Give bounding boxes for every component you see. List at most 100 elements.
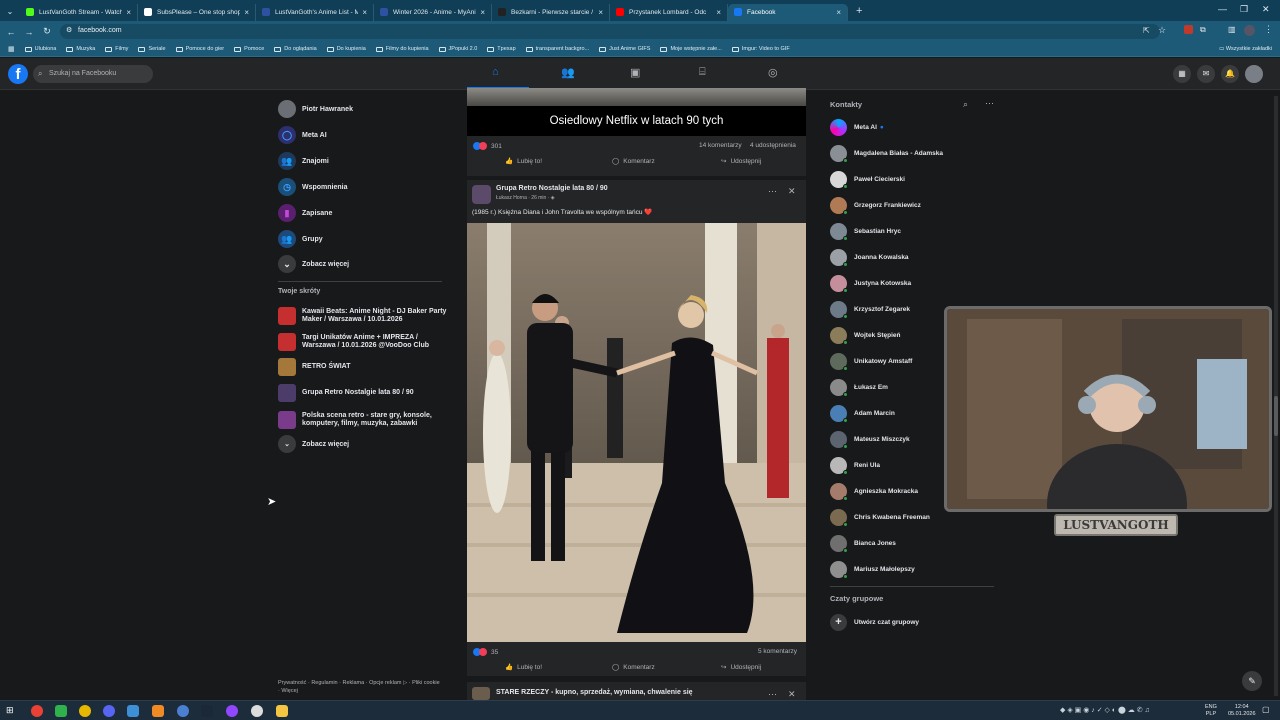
left-nav-item[interactable]: 👥 Grupy <box>278 229 323 249</box>
left-nav-item[interactable]: Piotr Hawranek <box>278 99 353 119</box>
browser-tab[interactable]: LustVanGoth Stream - Watch Li × <box>20 3 138 21</box>
bookmark-item[interactable]: transparent backgro... <box>525 46 589 52</box>
install-icon[interactable]: ⇱ <box>1143 26 1150 35</box>
bookmark-item[interactable]: Filmy do kupienia <box>375 46 429 52</box>
group-avatar[interactable] <box>472 185 491 204</box>
bookmark-item[interactable]: Moje wstępnie załe... <box>660 46 722 52</box>
close-tab-icon[interactable]: × <box>836 8 841 17</box>
hide-post-icon[interactable]: ✕ <box>788 186 796 197</box>
bookmark-item[interactable]: Seriale <box>138 46 166 52</box>
sidebar-icon[interactable]: ▥ <box>1228 25 1236 34</box>
maximize-icon[interactable]: ❐ <box>1240 4 1248 15</box>
new-message-button[interactable]: ✎ <box>1242 671 1262 691</box>
contact-item[interactable]: Reni Ula <box>830 455 880 475</box>
gaming-nav-icon[interactable]: ◎ <box>768 66 778 79</box>
browser-tab[interactable]: LustVanGoth's Anime List - My × <box>256 3 374 21</box>
marketplace-nav-icon[interactable]: ⌸ <box>699 66 706 79</box>
contact-item[interactable]: Łukasz Em <box>830 377 888 397</box>
bookmark-item[interactable]: Imgur: Video to GIF <box>731 46 790 52</box>
browser-tab[interactable]: Winter 2026 - Anime - MyAnim × <box>374 3 492 21</box>
share-button[interactable]: ↪ Udostępnij <box>721 663 761 672</box>
close-tab-icon[interactable]: × <box>244 8 249 17</box>
bookmark-item[interactable]: Ulubiona <box>24 46 56 52</box>
browser-tab[interactable]: Bezkarni - Pierwsze starcie / Th × <box>492 3 610 21</box>
hide-post-icon[interactable]: ✕ <box>788 689 796 700</box>
close-tab-icon[interactable]: × <box>126 8 131 17</box>
tray-icons[interactable]: ◆ ◈ ▣ ◉ ♪ ✓ ◇ ◐ ⬤ ☁ ✆ ♫ <box>1060 706 1150 714</box>
more-options-icon[interactable]: ⋯ <box>768 186 777 197</box>
bookmark-star-icon[interactable]: ☆ <box>1158 25 1166 36</box>
app-icon-green[interactable] <box>55 705 67 717</box>
video-nav-icon[interactable]: ▣ <box>630 66 640 79</box>
left-nav-item[interactable]: ⌄ Zobacz więcej <box>278 254 349 274</box>
app-icon-yellow[interactable] <box>79 705 91 717</box>
chrome-icon[interactable] <box>31 705 43 717</box>
shortcut-item[interactable]: Polska scena retro - stare gry, konsole,… <box>278 410 432 430</box>
left-nav-item[interactable]: ◯ Meta AI <box>278 125 327 145</box>
like-button[interactable]: 👍 Lubię to! <box>505 663 542 672</box>
bookmark-item[interactable]: Tpexap <box>487 46 516 52</box>
contact-item[interactable]: Paweł Ciecierski <box>830 169 905 189</box>
contact-item[interactable]: Mariusz Małolepszy <box>830 559 915 579</box>
obs-icon[interactable] <box>226 705 238 717</box>
facebook-search-input[interactable]: ⌕ Szukaj na Facebooku <box>33 65 153 83</box>
reaction-summary[interactable]: 301 <box>473 142 502 150</box>
contact-item[interactable]: Unikatowy Amstaff <box>830 351 912 371</box>
steam-icon[interactable] <box>201 705 213 717</box>
like-button[interactable]: 👍 Lubię to! <box>505 157 542 166</box>
file-explorer-icon[interactable] <box>276 705 288 717</box>
comments-count[interactable]: 5 komentarzy <box>758 648 797 655</box>
start-icon[interactable]: ⊞ <box>6 705 18 717</box>
contact-item[interactable]: Justyna Kotowska <box>830 273 911 293</box>
browser-tab[interactable]: Przystanek Lombard - Odc × <box>610 3 728 21</box>
back-icon[interactable]: ← <box>2 27 20 37</box>
bookmark-item[interactable]: JPopuki 2.0 <box>438 46 477 52</box>
scrollbar-thumb[interactable] <box>1274 396 1278 436</box>
post-photo[interactable] <box>467 223 806 642</box>
browser-tab[interactable]: SubsPlease – One stop shop fo × <box>138 3 256 21</box>
menu-dots-icon[interactable]: ⋮ <box>1264 24 1273 35</box>
notifications-icon[interactable]: ▢ <box>1262 705 1270 714</box>
post-image[interactable]: Osiedlowy Netflix w latach 90 tych <box>467 88 806 136</box>
vlc-icon[interactable] <box>152 705 164 717</box>
close-tab-icon[interactable]: × <box>480 8 485 17</box>
url-field[interactable]: ⚙ facebook.com <box>60 24 1160 39</box>
contact-item[interactable]: Mateusz Miszczyk <box>830 429 910 449</box>
shortcut-item[interactable]: Targi Unikatów Anime + IMPREZA / Warszawa… <box>278 332 429 352</box>
bookmark-item[interactable]: Filmy <box>105 46 128 52</box>
share-button[interactable]: ↪ Udostępnij <box>721 157 761 166</box>
facebook-logo-icon[interactable]: f <box>8 64 28 84</box>
profile-avatar-icon[interactable] <box>1244 25 1255 36</box>
shortcut-item[interactable]: RETRO ŚWIAT <box>278 357 350 377</box>
new-tab-button[interactable]: + <box>856 5 862 17</box>
forward-icon[interactable]: → <box>20 27 38 37</box>
apps-grid-icon[interactable]: ▦ <box>8 45 15 53</box>
bookmark-item[interactable]: Do oglądania <box>274 46 317 52</box>
bookmark-item[interactable]: Do kupienia <box>326 46 366 52</box>
contact-item[interactable]: Joanna Kowalska <box>830 247 909 267</box>
shortcuts-see-more[interactable]: ⌄ Zobacz więcej <box>278 434 349 454</box>
contacts-search-icon[interactable]: ⌕ <box>963 99 968 110</box>
create-group-chat-button[interactable]: + Utwórz czat grupowy <box>830 612 919 632</box>
discord-icon[interactable] <box>103 705 115 717</box>
browser-icon[interactable] <box>177 705 189 717</box>
friends-nav-icon[interactable]: 👥 <box>561 66 575 79</box>
footer-links[interactable]: Prywatność · Regulamin · Reklama · Opcje… <box>278 679 442 695</box>
home-icon[interactable]: ⌂ <box>492 66 499 78</box>
contact-item[interactable]: Chris Kwabena Freeman <box>830 507 930 527</box>
comments-count[interactable]: 14 komentarzy <box>699 142 742 149</box>
comment-button[interactable]: ◯ Komentarz <box>612 157 655 166</box>
clock[interactable]: 12:04 05.01.2026 <box>1228 704 1256 718</box>
messenger-icon[interactable]: ✉ <box>1197 65 1215 83</box>
reload-icon[interactable]: ↻ <box>38 26 56 37</box>
browser-tab[interactable]: Facebook × <box>728 3 848 21</box>
contact-item[interactable]: Adam Marcin <box>830 403 895 423</box>
group-avatar[interactable] <box>472 687 490 700</box>
contact-item[interactable]: Grzegorz Frankiewicz <box>830 195 921 215</box>
shortcut-item[interactable]: Kawaii Beats: Anime Night - DJ Baker Par… <box>278 306 446 326</box>
app-icon-white[interactable] <box>251 705 263 717</box>
contact-item[interactable]: Agnieszka Mokracka <box>830 481 918 501</box>
reaction-summary[interactable]: 35 <box>473 648 498 656</box>
contact-item[interactable]: Wojtek Stępień <box>830 325 900 345</box>
minimize-icon[interactable]: — <box>1218 4 1227 14</box>
